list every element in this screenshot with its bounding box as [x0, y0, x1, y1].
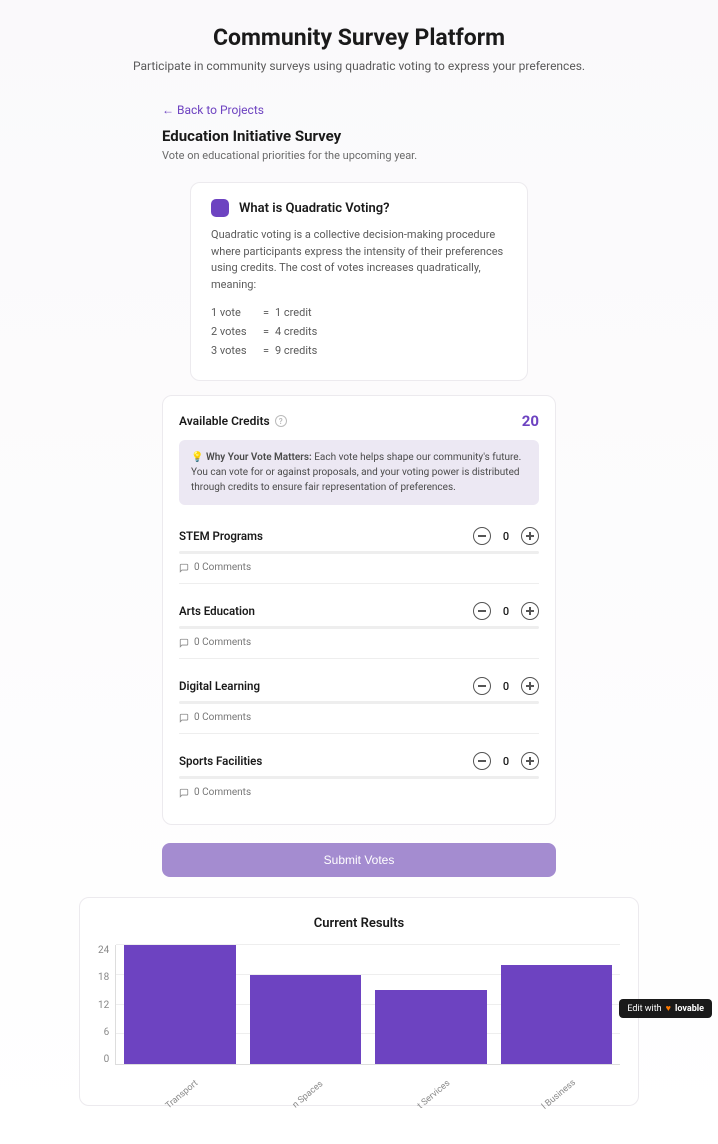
- page-header: Community Survey Platform Participate in…: [79, 24, 639, 75]
- info-title: What is Quadratic Voting?: [239, 201, 390, 216]
- vote-count: 0: [501, 605, 511, 618]
- back-to-projects-link[interactable]: ← Back to Projects: [162, 103, 264, 117]
- pricing-row: 2 votes=4 credits: [211, 322, 507, 341]
- project-title: Education Initiative Survey: [162, 127, 556, 145]
- info-card: What is Quadratic Voting? Quadratic voti…: [190, 182, 528, 381]
- heart-icon: ♥: [666, 1003, 671, 1014]
- help-icon[interactable]: ?: [275, 415, 287, 427]
- vote-item-name: Sports Facilities: [179, 754, 262, 768]
- submit-votes-button[interactable]: Submit Votes: [162, 843, 556, 877]
- comments-toggle[interactable]: 0 Comments: [179, 787, 539, 798]
- vote-item: Sports Facilities 0 0 Comments: [179, 746, 539, 808]
- vote-plus-button[interactable]: [521, 527, 539, 545]
- vote-count: 0: [501, 680, 511, 693]
- project-description: Vote on educational priorities for the u…: [162, 149, 556, 162]
- chart-x-label: t Services: [388, 1055, 480, 1134]
- vote-item-name: STEM Programs: [179, 529, 263, 543]
- vote-progress: [179, 776, 539, 779]
- vote-progress: [179, 701, 539, 704]
- chart-x-label: n Spaces: [262, 1055, 354, 1134]
- results-card: Current Results 24181260 Transportn Spac…: [79, 897, 639, 1106]
- chart-bar: [375, 990, 486, 1064]
- vote-plus-button[interactable]: [521, 602, 539, 620]
- vote-item-name: Digital Learning: [179, 679, 260, 693]
- edit-badge[interactable]: Edit with ♥ lovable: [619, 999, 712, 1018]
- vote-minus-button[interactable]: [473, 602, 491, 620]
- vote-plus-button[interactable]: [521, 752, 539, 770]
- chart-bar: [124, 945, 235, 1064]
- pricing-table: 1 vote=1 credit2 votes=4 credits3 votes=…: [211, 303, 507, 360]
- vote-item-name: Arts Education: [179, 604, 255, 618]
- pricing-row: 1 vote=1 credit: [211, 303, 507, 322]
- vote-minus-button[interactable]: [473, 677, 491, 695]
- info-icon: [211, 199, 229, 217]
- voting-card: Available Credits ? 20 💡 Why Your Vote M…: [162, 395, 556, 825]
- vote-plus-button[interactable]: [521, 677, 539, 695]
- vote-minus-button[interactable]: [473, 527, 491, 545]
- comments-toggle[interactable]: 0 Comments: [179, 712, 539, 723]
- chart-bar: [501, 965, 612, 1064]
- chart-x-label: Transport: [136, 1055, 228, 1134]
- chart-x-label: l Business: [513, 1055, 605, 1134]
- vote-count: 0: [501, 530, 511, 543]
- info-body: Quadratic voting is a collective decisio…: [211, 227, 507, 293]
- vote-progress: [179, 626, 539, 629]
- vote-progress: [179, 551, 539, 554]
- chart-y-axis: 24181260: [98, 945, 109, 1095]
- why-vote-banner: 💡 Why Your Vote Matters: Each vote helps…: [179, 440, 539, 505]
- vote-list: STEM Programs 0 0 Comments Arts Education 0 0…: [179, 521, 539, 808]
- chart-bar: [250, 975, 361, 1064]
- credits-value: 20: [522, 412, 539, 430]
- pricing-row: 3 votes=9 credits: [211, 341, 507, 360]
- vote-item: STEM Programs 0 0 Comments: [179, 521, 539, 584]
- page-subtitle: Participate in community surveys using q…: [79, 57, 639, 75]
- vote-item: Digital Learning 0 0 Comments: [179, 671, 539, 734]
- vote-minus-button[interactable]: [473, 752, 491, 770]
- page-title: Community Survey Platform: [79, 24, 639, 51]
- chart-plot: [115, 945, 620, 1065]
- vote-item: Arts Education 0 0 Comments: [179, 596, 539, 659]
- comments-toggle[interactable]: 0 Comments: [179, 637, 539, 648]
- chart-x-axis: Transportn Spacest Servicesl Business: [115, 1091, 620, 1101]
- results-chart: 24181260 Transportn Spacest Servicesl Bu…: [98, 945, 620, 1095]
- vote-count: 0: [501, 755, 511, 768]
- results-title: Current Results: [98, 916, 620, 931]
- credits-label: Available Credits ?: [179, 414, 287, 428]
- comments-toggle[interactable]: 0 Comments: [179, 562, 539, 573]
